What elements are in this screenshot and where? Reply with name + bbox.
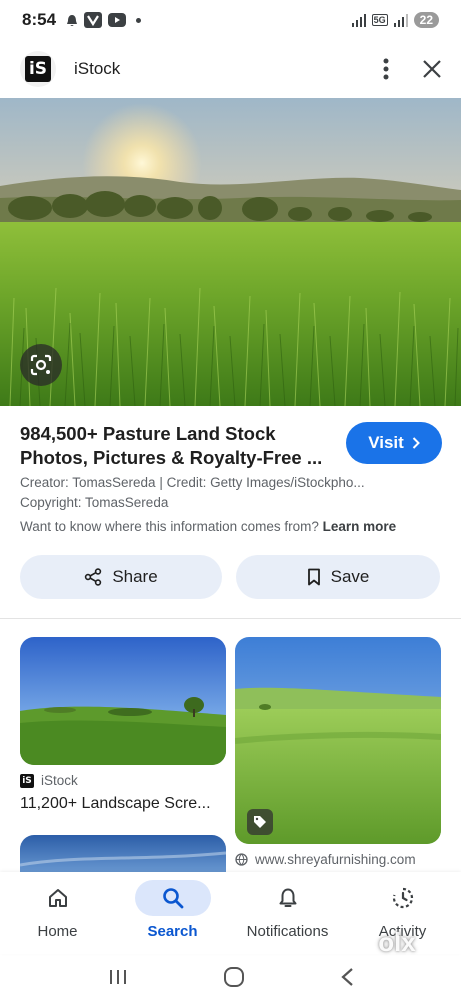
nav-home[interactable]: Home [0,872,115,954]
home-icon [48,889,67,907]
site-name: iStock [74,59,121,78]
related-source-1-label: iStock [41,773,78,788]
sky-thumbnail [20,835,226,875]
search-icon [162,888,183,909]
battery-indicator: 22 [413,12,439,28]
close-icon[interactable] [423,60,441,78]
globe-icon [235,853,248,866]
istock-favicon: iS [20,773,34,788]
related-title-1[interactable]: 11,200+ Landscape Scre... [20,795,211,813]
lens-icon [30,354,52,376]
tag-icon [254,816,266,828]
nav-notifications-label: Notifications [246,923,329,940]
related-image-2[interactable] [235,637,441,844]
info-question: Want to know where this information come… [20,519,319,534]
status-time: 8:54 [22,10,57,29]
info-source-text: Want to know where this information come… [20,519,440,534]
status-right: 5G 22 [351,12,439,28]
related-source-1[interactable]: iS iStock [20,773,78,788]
related-source-2-label: www.shreyafurnishing.com [255,852,416,867]
signal-icon [351,14,366,27]
landscape-thumbnail [20,637,226,765]
related-source-2[interactable]: www.shreyafurnishing.com [235,852,416,867]
section-divider [0,618,461,619]
save-button[interactable]: Save [236,555,440,599]
youtube-icon [108,13,127,27]
visit-label: Visit [368,433,404,452]
chevron-right-icon [412,437,420,449]
nav-activity-icon-wrap [365,880,441,916]
nav-notifications-icon-wrap [250,880,326,916]
visit-button[interactable]: Visit [346,422,442,464]
header-actions [383,58,441,80]
status-notification-icons [66,12,142,28]
site-favicon: iS [20,51,56,87]
recent-apps-icon[interactable] [108,968,128,986]
creator-credit: Creator: TomasSereda | Credit: Getty Ima… [20,475,365,490]
back-icon[interactable] [340,967,354,987]
more-options-icon[interactable] [383,58,389,80]
share-label: Share [112,567,158,586]
related-image-3[interactable] [20,835,226,875]
activity-icon [392,887,413,909]
copyright-text: Copyright: TomasSereda [20,495,169,510]
bookmark-icon [307,568,320,586]
system-navigation-bar [0,954,461,1000]
signal-2-icon [393,14,408,27]
product-tag-badge [247,809,273,835]
related-image-1[interactable] [20,637,226,765]
alarm-icon [67,14,78,26]
dot-icon [136,17,142,23]
nav-notifications[interactable]: Notifications [230,872,345,954]
istock-logo: iS [25,56,51,82]
learn-more-link[interactable]: Learn more [323,519,397,534]
bell-icon [279,888,296,907]
nav-search-icon-wrap [134,880,211,916]
share-icon [85,568,102,586]
nav-home-icon-wrap [20,880,96,916]
google-lens-button[interactable] [20,344,62,386]
network-type-label: 5G [371,14,388,26]
share-button[interactable]: Share [20,555,222,599]
home-button-icon[interactable] [223,966,245,988]
nav-home-label: Home [37,923,78,940]
nav-search[interactable]: Search [115,872,230,954]
pasture-landscape-image [0,98,461,406]
nav-search-label: Search [147,923,198,940]
hero-image[interactable] [0,98,461,406]
result-title[interactable]: 984,500+ Pasture Land Stock Photos, Pict… [20,422,330,470]
save-label: Save [330,567,370,586]
vpn-icon [84,12,103,28]
status-bar: 8:54 5G 22 [0,0,461,40]
viewer-header: iS iStock [0,40,461,98]
